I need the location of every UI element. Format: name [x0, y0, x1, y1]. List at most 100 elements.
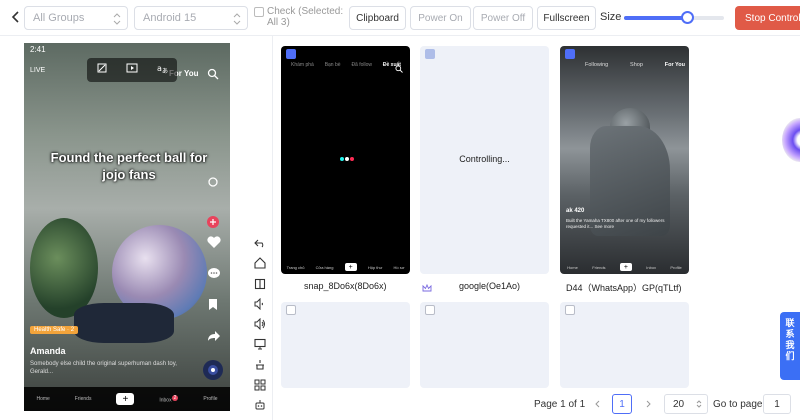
- username[interactable]: Amanda: [30, 346, 66, 356]
- device-name: snap_8Do6x(8Do6x): [304, 281, 387, 291]
- search-icon: [395, 60, 403, 78]
- group-select[interactable]: All Groups: [24, 6, 128, 30]
- nav-friends[interactable]: Friends: [75, 396, 92, 402]
- crown-icon: [422, 280, 432, 298]
- device-card[interactable]: [420, 302, 549, 388]
- nav-item: Friends: [592, 264, 606, 270]
- bookmark-icon[interactable]: [207, 298, 219, 316]
- slider-thumb[interactable]: [681, 11, 694, 24]
- heart-icon[interactable]: [207, 236, 221, 254]
- health-badge: Health Safe · 2: [30, 326, 79, 334]
- tab-label-active: For You: [664, 62, 685, 68]
- screen-icon[interactable]: [253, 337, 267, 351]
- video-description: Somebody else child the original superhu…: [30, 361, 177, 375]
- tab-label: Đã follow: [351, 62, 373, 68]
- nav-inbox[interactable]: Inbox 2: [159, 394, 179, 403]
- tab-label: Shop: [630, 62, 643, 68]
- app-tabs: Following Shop For You: [585, 62, 685, 68]
- badge-count: 2: [70, 327, 75, 333]
- page-size-value: 20: [673, 398, 685, 410]
- device-checkbox[interactable]: [286, 305, 296, 315]
- share-icon[interactable]: [207, 329, 221, 347]
- inbox-badge: 2: [171, 394, 179, 401]
- music-disc-icon[interactable]: [202, 359, 224, 386]
- controlled-phone-screen[interactable]: 2:41 LIVE For You aあ Found the perfect b…: [24, 43, 230, 411]
- overlay-toolbar: aあ: [87, 58, 177, 82]
- volume-down-icon[interactable]: [253, 297, 267, 311]
- device-name: google(Oe1Ao): [459, 281, 521, 291]
- fullscreen-button[interactable]: Fullscreen: [537, 6, 596, 30]
- contact-us-tab[interactable]: 联系我们: [780, 312, 800, 380]
- stop-control-button[interactable]: Stop Control: [735, 6, 800, 30]
- panel-divider: [272, 36, 273, 420]
- device-checkbox[interactable]: [425, 49, 435, 59]
- clipboard-button[interactable]: Clipboard: [349, 6, 406, 30]
- contact-label: 联系我们: [785, 318, 795, 361]
- phone-bottom-nav: Trang chủ Cửa hàng + Hộp thư Hồ sơ: [281, 260, 410, 274]
- screen-record-icon[interactable]: [126, 61, 138, 79]
- create-button: +: [344, 263, 357, 271]
- tab-label: Khám phá: [291, 62, 314, 68]
- refresh-icon[interactable]: [207, 175, 219, 193]
- translate-icon[interactable]: aあ: [156, 61, 168, 79]
- home-icon[interactable]: [253, 256, 267, 270]
- check-label: Check (Selected: All 3): [267, 6, 344, 28]
- assistant-orb-icon[interactable]: [782, 118, 800, 162]
- toolbar: All Groups Android 15 Check (Selected: A…: [0, 0, 800, 36]
- goto-page-input[interactable]: 1: [763, 394, 791, 414]
- device-checkbox[interactable]: [565, 305, 575, 315]
- nav-item: Cửa hàng: [315, 264, 334, 270]
- app-root: All Groups Android 15 Check (Selected: A…: [0, 0, 800, 420]
- nav-item: Hộp thư: [367, 264, 383, 270]
- crop-icon[interactable]: [96, 61, 108, 79]
- device-card[interactable]: Khám phá Bạn bè Đã follow Đề xuất Trang …: [281, 46, 410, 274]
- size-slider[interactable]: [624, 11, 724, 25]
- create-button[interactable]: +: [116, 393, 135, 405]
- prev-page-icon[interactable]: [591, 398, 603, 410]
- chevron-updown-icon: [113, 13, 121, 28]
- create-button: +: [619, 263, 632, 271]
- device-card[interactable]: Controlling...: [420, 46, 549, 274]
- recent-apps-icon[interactable]: [253, 277, 267, 291]
- device-card[interactable]: [281, 302, 410, 388]
- nav-item: Inbox: [646, 264, 657, 270]
- melon-image: [30, 218, 98, 318]
- checkbox-square[interactable]: [254, 7, 264, 17]
- rotate-icon[interactable]: [253, 358, 267, 372]
- follow-plus-icon[interactable]: [207, 215, 219, 233]
- health-badge-label: Health Safe: [34, 327, 66, 333]
- back-icon[interactable]: [8, 9, 24, 25]
- phone-bottom-nav: Home Friends + Inbox 2 Profile: [24, 387, 230, 411]
- page-number-current[interactable]: 1: [612, 394, 632, 414]
- device-card[interactable]: [560, 302, 689, 388]
- back-arrow-icon[interactable]: [253, 236, 267, 250]
- device-card[interactable]: Following Shop For You ak 420 Built the …: [560, 46, 689, 274]
- android-select-value: Android 15: [143, 12, 197, 24]
- svg-text:あ: あ: [162, 68, 168, 74]
- mat-image: [74, 303, 174, 343]
- device-checkbox[interactable]: [286, 49, 296, 59]
- volume-up-icon[interactable]: [253, 317, 267, 331]
- nav-item: Trang chủ: [286, 264, 305, 270]
- page-info: Page 1 of 1: [534, 398, 586, 410]
- select-all-checkbox[interactable]: Check (Selected: All 3): [254, 6, 353, 30]
- next-page-icon[interactable]: [643, 398, 655, 410]
- live-tab[interactable]: LIVE: [30, 67, 45, 74]
- device-checkbox[interactable]: [565, 49, 575, 59]
- chevron-updown-icon: [233, 13, 241, 28]
- search-icon[interactable]: [207, 67, 219, 85]
- comment-icon[interactable]: [207, 267, 221, 285]
- device-tools: [253, 236, 269, 419]
- grid-icon[interactable]: [253, 378, 267, 392]
- goto-label: Go to page: [713, 399, 763, 410]
- power-off-button[interactable]: Power Off: [473, 6, 533, 30]
- android-version-select[interactable]: Android 15: [134, 6, 248, 30]
- nav-profile[interactable]: Profile: [203, 396, 217, 402]
- device-checkbox[interactable]: [425, 305, 435, 315]
- page-size-select[interactable]: 20: [664, 394, 708, 414]
- phone-time: 2:41: [30, 45, 46, 54]
- robot-icon[interactable]: [253, 398, 267, 412]
- slider-fill: [624, 16, 687, 20]
- nav-home[interactable]: Home: [36, 396, 49, 402]
- power-on-button[interactable]: Power On: [410, 6, 471, 30]
